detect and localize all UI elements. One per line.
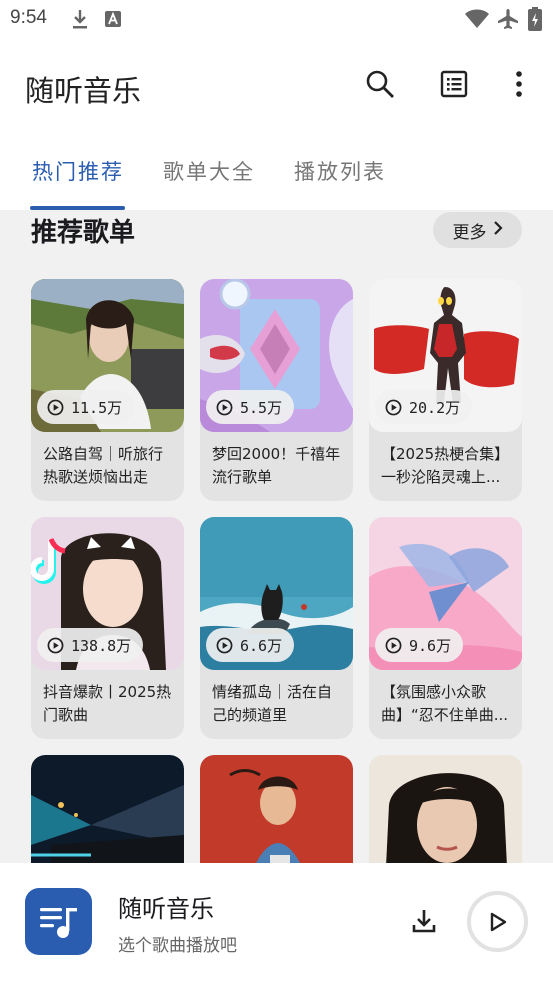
- tab-playlists[interactable]: 歌单大全: [163, 156, 255, 186]
- player-artwork: [25, 888, 92, 955]
- more-label: 更多: [452, 222, 487, 243]
- playlist-card[interactable]: 6.6万 情绪孤岛｜活在自己的频道里: [200, 517, 353, 739]
- playlist-title: 梦回2000！千禧年流行歌单: [212, 445, 341, 486]
- play-count: 5.5万: [240, 398, 283, 417]
- app-title: 随听音乐: [25, 74, 142, 108]
- play-count-pill: 6.6万: [206, 628, 295, 662]
- playlist-card[interactable]: 20.2万 【2025热梗合集】一秒沦陷灵魂上...: [369, 279, 522, 501]
- a-icon: [104, 10, 122, 32]
- play-circle-icon: [385, 399, 402, 415]
- playlist-card[interactable]: [369, 755, 522, 863]
- list-icon[interactable]: [436, 66, 472, 102]
- play-count-pill: 5.5万: [206, 390, 295, 424]
- playlist-cover: [31, 755, 184, 863]
- play-button[interactable]: [467, 891, 528, 952]
- tab-bar: 热门推荐 歌单大全 播放列表: [0, 134, 553, 210]
- tab-hot[interactable]: 热门推荐: [32, 156, 124, 186]
- more-button[interactable]: 更多: [433, 212, 522, 248]
- play-count: 11.5万: [71, 398, 123, 417]
- mini-player[interactable]: 随听音乐 选个歌曲播放吧: [0, 863, 553, 983]
- app-bar: 随听音乐: [0, 38, 553, 134]
- playlist-card[interactable]: 11.5万 公路自驾｜听旅行热歌送烦恼出走: [31, 279, 184, 501]
- playlist-title: 公路自驾｜听旅行热歌送烦恼出走: [43, 445, 164, 486]
- play-count: 9.6万: [409, 636, 452, 655]
- section-title: 推荐歌单: [31, 218, 136, 248]
- player-subtitle: 选个歌曲播放吧: [118, 936, 237, 956]
- music-queue-icon: [39, 907, 77, 938]
- playlist-card[interactable]: 5.5万 梦回2000！千禧年流行歌单: [200, 279, 353, 501]
- download-icon: [70, 8, 90, 34]
- play-circle-icon: [216, 399, 233, 415]
- chevron-right-icon: [493, 220, 503, 240]
- tab-play-queue[interactable]: 播放列表: [294, 156, 386, 186]
- content-area: 推荐歌单 更多 11.5万 公路自驾｜听旅行热歌送烦恼出走 5.5万 梦回200…: [0, 210, 553, 863]
- airplane-icon: [496, 8, 520, 34]
- player-title: 随听音乐: [118, 895, 214, 923]
- play-count: 138.8万: [71, 636, 132, 655]
- status-bar: 9:54: [0, 0, 553, 38]
- play-icon: [490, 912, 506, 931]
- play-count-pill: 9.6万: [375, 628, 464, 662]
- status-time: 9:54: [10, 7, 47, 28]
- search-icon[interactable]: [362, 66, 398, 102]
- playlist-title: 情绪孤岛｜活在自己的频道里: [212, 683, 333, 724]
- play-count: 6.6万: [240, 636, 283, 655]
- playlist-cover: [200, 755, 353, 863]
- play-count: 20.2万: [409, 398, 461, 417]
- playlist-card[interactable]: [200, 755, 353, 863]
- playlist-card[interactable]: 138.8万 抖音爆款丨2025热门歌曲: [31, 517, 184, 739]
- play-circle-icon: [47, 637, 64, 653]
- more-vert-icon[interactable]: [501, 66, 537, 102]
- download-icon[interactable]: [406, 903, 442, 939]
- playlist-card[interactable]: [31, 755, 184, 863]
- play-circle-icon: [47, 399, 64, 415]
- play-count-pill: 20.2万: [375, 390, 473, 424]
- playlist-card[interactable]: 9.6万 【氛围感小众歌曲】“忍不住单曲...: [369, 517, 522, 739]
- battery-icon: [528, 7, 542, 35]
- wifi-icon: [464, 9, 490, 33]
- play-count-pill: 11.5万: [37, 390, 135, 424]
- playlist-cover: [369, 755, 522, 863]
- play-count-pill: 138.8万: [37, 628, 144, 662]
- playlist-title: 【氛围感小众歌曲】“忍不住单曲...: [381, 683, 509, 724]
- playlist-title: 【2025热梗合集】一秒沦陷灵魂上...: [381, 445, 510, 486]
- play-circle-icon: [216, 637, 233, 653]
- playlist-title: 抖音爆款丨2025热门歌曲: [43, 683, 172, 724]
- play-circle-icon: [385, 637, 402, 653]
